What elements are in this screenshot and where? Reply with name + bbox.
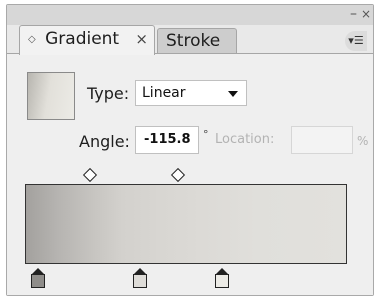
angle-label: Angle:: [79, 132, 130, 151]
midpoint-diamond-icon[interactable]: [170, 167, 186, 183]
gradient-preview-swatch[interactable]: [27, 72, 75, 120]
midpoint-diamond-icon[interactable]: [82, 167, 98, 183]
tab-gradient[interactable]: ◇ Gradient ×: [19, 25, 155, 55]
tab-stroke[interactable]: Stroke: [157, 28, 237, 55]
panel-titlebar[interactable]: – ×: [7, 5, 373, 25]
type-label: Type:: [87, 84, 130, 103]
angle-degree-icon: °: [203, 128, 209, 141]
panel-body: Type: Linear Angle: -115.8 ° Location: %: [7, 53, 373, 295]
gradient-slider[interactable]: [25, 184, 347, 264]
tab-stroke-label: Stroke: [166, 31, 221, 51]
type-dropdown[interactable]: Linear: [135, 80, 247, 106]
close-icon[interactable]: ×: [361, 8, 371, 20]
angle-input[interactable]: -115.8: [135, 126, 199, 154]
type-dropdown-value: Linear: [142, 85, 186, 101]
panel-menu-icon[interactable]: ▾☰: [345, 31, 367, 51]
color-stop-icon[interactable]: [31, 268, 45, 290]
color-stop-icon[interactable]: [215, 268, 229, 290]
location-label: Location:: [215, 132, 275, 147]
color-stop-swatch: [215, 274, 229, 288]
color-stop-icon[interactable]: [133, 268, 147, 290]
location-unit: %: [357, 134, 369, 148]
chevron-down-icon[interactable]: [228, 91, 238, 97]
tab-gradient-label: Gradient: [45, 29, 120, 49]
gradient-panel: – × ◇ Gradient × Stroke ▾☰ Type: Linear …: [6, 4, 374, 296]
tab-close-icon[interactable]: ×: [135, 26, 148, 52]
color-stop-swatch: [133, 274, 147, 288]
tab-grip-icon: ◇: [28, 34, 36, 45]
location-input[interactable]: [291, 126, 353, 154]
color-stop-swatch: [31, 274, 45, 288]
minimize-icon[interactable]: –: [350, 7, 357, 21]
